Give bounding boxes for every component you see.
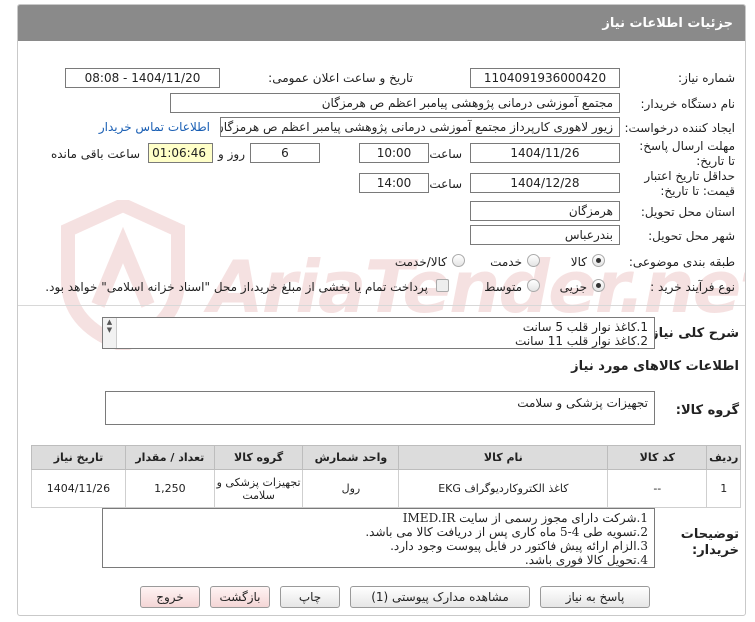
validity-time-label: ساعت	[429, 177, 462, 191]
description-label: شرح کلی نیاز:	[645, 326, 739, 341]
goods-table: ردیف کد کالا نام کالا واحد شمارش گروه کا…	[31, 445, 741, 508]
validity-label: حداقل تاریخ اعتبار قیمت: تا تاریخ:	[644, 169, 735, 198]
description-textarea[interactable]: 1.کاغذ نوار قلب 5 سانت 2.کاغذ نوار قلب 1…	[102, 317, 655, 349]
notes-line-2: 2.تسویه طی 4-5 ماه کاری پس از دریافت کال…	[365, 525, 648, 539]
table-header-row: ردیف کد کالا نام کالا واحد شمارش گروه کا…	[31, 445, 741, 470]
buyer-org-label: نام دستگاه خریدار:	[640, 97, 736, 111]
validity-time-field: 14:00	[359, 173, 429, 193]
reply-button[interactable]: پاسخ به نیاز	[540, 586, 650, 608]
category-radio-goods[interactable]	[592, 254, 605, 267]
cell-date: 1404/11/26	[31, 469, 126, 508]
attachments-button[interactable]: مشاهده مدارک پیوستی (1)	[350, 586, 530, 608]
buyer-org-field: مجتمع آموزشی درمانی پژوهشی پیامبر اعظم ص…	[170, 93, 620, 113]
category-option-goods: کالا	[570, 255, 587, 269]
notes-line-1: 1.شرکت دارای مجوز رسمی از سایت IMED.IR	[402, 511, 648, 525]
buyer-notes-textarea[interactable]: 1.شرکت دارای مجوز رسمی از سایت IMED.IR 2…	[102, 508, 655, 568]
process-option-minor: جزیی	[559, 280, 587, 294]
scroll-arrows-icon[interactable]: ▲ ▼	[103, 318, 117, 348]
need-number-label: شماره نیاز:	[678, 71, 735, 85]
countdown-field: 01:06:46	[148, 143, 213, 163]
category-label: طبقه بندی موضوعی:	[628, 255, 735, 269]
announce-field: 1404/11/20 - 08:08	[65, 68, 220, 88]
category-option-service: خدمت	[490, 255, 522, 269]
announce-label: تاریخ و ساعت اعلان عمومی:	[268, 71, 413, 85]
requester-label: ایجاد کننده درخواست:	[624, 121, 735, 135]
category-radio-both[interactable]	[452, 254, 465, 267]
process-radio-medium[interactable]	[527, 279, 540, 292]
notes-line-4: 4.تحویل کالا فوری باشد.	[524, 553, 648, 567]
treasury-checkbox[interactable]	[436, 279, 449, 292]
days-field: 6	[250, 143, 320, 163]
col-name: نام کالا	[398, 445, 609, 470]
buyer-notes-label: توضیحات خریدار:	[680, 527, 739, 558]
validity-date-field: 1404/12/28	[470, 173, 620, 193]
page-title: جزئیات اطلاعات نیاز	[18, 5, 745, 41]
payment-note: پرداخت تمام یا بخشی از مبلغ خرید،از محل …	[45, 280, 428, 294]
process-label: نوع فرآیند خرید :	[650, 280, 735, 294]
process-option-medium: متوسط	[484, 280, 522, 294]
cell-row: 1	[706, 469, 741, 508]
reply-time-field: 10:00	[359, 143, 429, 163]
description-line-1: 1.کاغذ نوار قلب 5 سانت	[522, 320, 648, 334]
category-radio-service[interactable]	[527, 254, 540, 267]
requester-field: زیور لاهوری کارپرداز مجتمع آموزشی درمانی…	[220, 117, 620, 137]
section-divider	[18, 305, 745, 306]
print-button[interactable]: چاپ	[280, 586, 340, 608]
need-number-field: 1104091936000420	[470, 68, 620, 88]
cell-unit: رول	[302, 469, 400, 508]
notes-line-3: 3.الزام ارائه پیش فاکتور در فایل پیوست و…	[390, 539, 648, 553]
cell-qty: 1,250	[124, 469, 215, 508]
table-row[interactable]: 1 -- کاغذ الکتروکاردیوگراف EKG رول تجهیز…	[31, 469, 741, 508]
category-option-both: کالا/خدمت	[394, 255, 447, 269]
contact-info-link[interactable]: اطلاعات تماس خریدار	[99, 120, 210, 134]
col-row: ردیف	[706, 445, 741, 470]
exit-button[interactable]: خروج	[140, 586, 200, 608]
col-group: گروه کالا	[213, 445, 304, 470]
cell-code: --	[607, 469, 708, 508]
city-field: بندرعباس	[470, 225, 620, 245]
reply-date-field: 1404/11/26	[470, 143, 620, 163]
cell-group: تجهیزات پزشکی و سلامت	[213, 469, 304, 508]
goods-section-title: اطلاعات کالاهای مورد نیاز	[571, 359, 739, 374]
remaining-label: ساعت باقی مانده	[50, 147, 140, 161]
days-label: روز و	[218, 147, 245, 161]
province-label: استان محل تحویل:	[640, 205, 735, 219]
cell-name: کاغذ الکتروکاردیوگراف EKG	[398, 469, 609, 508]
reply-time-label: ساعت	[429, 147, 462, 161]
col-qty: تعداد / مقدار	[124, 445, 215, 470]
goods-group-label: گروه کالا:	[675, 403, 739, 418]
reply-deadline-label: مهلت ارسال پاسخ: تا تاریخ:	[639, 139, 735, 168]
main-frame: جزئیات اطلاعات نیاز AriaTender.net شماره…	[17, 4, 746, 616]
city-label: شهر محل تحویل:	[648, 229, 735, 243]
back-button[interactable]: بازگشت	[210, 586, 270, 608]
col-code: کد کالا	[607, 445, 708, 470]
province-field: هرمزگان	[470, 201, 620, 221]
col-date: تاریخ نیاز	[31, 445, 126, 470]
col-unit: واحد شمارش	[302, 445, 400, 470]
process-radio-minor[interactable]	[592, 279, 605, 292]
goods-group-field: تجهیزات پزشکی و سلامت	[105, 391, 655, 425]
description-line-2: 2.کاغذ نوار قلب 11 سانت	[515, 334, 648, 348]
